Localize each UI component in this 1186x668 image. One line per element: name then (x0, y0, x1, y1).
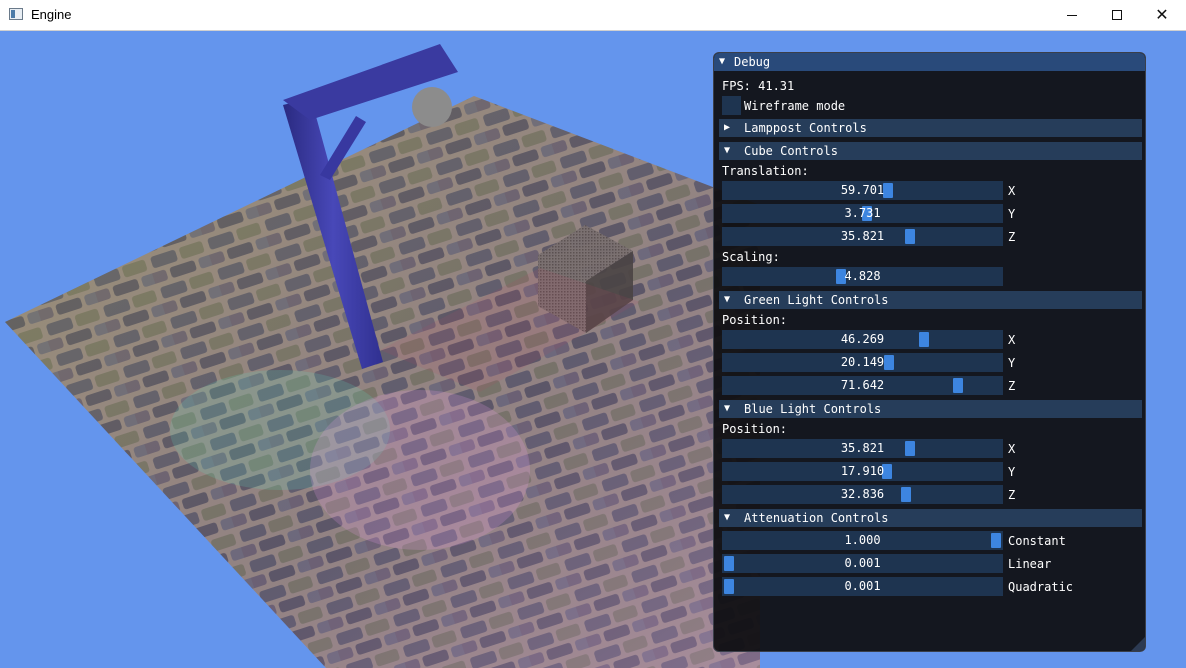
attenuation-quadratic-slider[interactable]: 0.001 (722, 577, 1003, 596)
slider-value: 17.910 (840, 464, 885, 478)
slider-value: 3.731 (844, 206, 881, 220)
app-icon (9, 8, 23, 20)
slider-value: 46.269 (840, 332, 885, 346)
collapse-arrow-icon: ▼ (724, 294, 731, 305)
cube-translation-y-slider[interactable]: 3.731 (722, 204, 1003, 223)
close-icon: ✕ (1155, 5, 1169, 24)
slider-value: 71.642 (840, 378, 885, 392)
fps-readout: FPS: 41.31 (722, 79, 795, 93)
axis-label-y: Y (1008, 207, 1016, 221)
scaling-label: Scaling: (722, 250, 780, 264)
axis-label-z: Z (1008, 230, 1016, 244)
collapse-arrow-icon[interactable]: ▼ (719, 57, 725, 67)
axis-label-z: Z (1008, 379, 1016, 393)
blue-light-y-slider[interactable]: 17.910 (722, 462, 1003, 481)
translation-label: Translation: (722, 164, 809, 178)
attenuation-constant-label: Constant (1008, 534, 1066, 548)
wireframe-label: Wireframe mode (744, 99, 846, 113)
axis-label-x: X (1008, 184, 1016, 198)
lamp-sphere (412, 87, 452, 127)
cube-translation-x-slider[interactable]: 59.701 (722, 181, 1003, 200)
green-light-controls-label: Green Light Controls (744, 293, 889, 307)
maximize-button[interactable] (1094, 0, 1140, 30)
axis-label-y: Y (1008, 356, 1016, 370)
expand-arrow-icon: ▶ (724, 122, 731, 133)
lamppost-controls-label: Lamppost Controls (744, 121, 867, 135)
collapse-arrow-icon: ▼ (724, 512, 731, 523)
green-light-y-slider[interactable]: 20.149 (722, 353, 1003, 372)
slider-value: 1.000 (844, 533, 881, 547)
attenuation-linear-label: Linear (1008, 557, 1052, 571)
pink-light-glow (310, 390, 530, 550)
cube-scaling-slider[interactable]: 4.828 (722, 267, 1003, 286)
blue-light-z-slider[interactable]: 32.836 (722, 485, 1003, 504)
slider-value: 0.001 (844, 579, 881, 593)
floor-light-tint (5, 96, 760, 668)
attenuation-controls-label: Attenuation Controls (744, 511, 889, 525)
slider-value: 4.828 (844, 269, 881, 283)
debug-panel-title: Debug (734, 55, 771, 69)
blue-light-x-slider[interactable]: 35.821 (722, 439, 1003, 458)
attenuation-constant-slider[interactable]: 1.000 (722, 531, 1003, 550)
blue-position-label: Position: (722, 422, 788, 436)
maximize-icon (1112, 10, 1122, 20)
debug-panel-title-bar[interactable] (714, 53, 1145, 71)
slider-value: 20.149 (840, 355, 885, 369)
green-position-label: Position: (722, 313, 788, 327)
window-title: Engine (31, 7, 72, 22)
slider-value: 59.701 (840, 183, 885, 197)
collapse-arrow-icon: ▼ (724, 403, 731, 414)
minimize-button[interactable] (1049, 0, 1095, 30)
slider-value: 32.836 (840, 487, 885, 501)
close-button[interactable]: ✕ (1139, 0, 1185, 30)
attenuation-linear-slider[interactable]: 0.001 (722, 554, 1003, 573)
slider-value: 35.821 (840, 441, 885, 455)
axis-label-x: X (1008, 333, 1016, 347)
cube-controls-label: Cube Controls (744, 144, 838, 158)
debug-panel[interactable]: ▼ Debug FPS: 41.31 Wireframe mode ▶ Lamp… (713, 52, 1146, 652)
green-light-z-slider[interactable]: 71.642 (722, 376, 1003, 395)
minimize-icon (1067, 14, 1077, 16)
collapse-arrow-icon: ▼ (724, 145, 731, 156)
attenuation-quadratic-label: Quadratic (1008, 580, 1074, 594)
cube-translation-z-slider[interactable]: 35.821 (722, 227, 1003, 246)
green-light-x-slider[interactable]: 46.269 (722, 330, 1003, 349)
window-title-bar[interactable]: Engine ✕ (0, 0, 1186, 31)
slider-value: 35.821 (840, 229, 885, 243)
resize-grip-icon[interactable] (1131, 637, 1145, 651)
blue-light-controls-label: Blue Light Controls (744, 402, 882, 416)
slider-value: 0.001 (844, 556, 881, 570)
axis-label-x: X (1008, 442, 1016, 456)
axis-label-z: Z (1008, 488, 1016, 502)
wireframe-checkbox[interactable] (722, 96, 741, 115)
axis-label-y: Y (1008, 465, 1016, 479)
